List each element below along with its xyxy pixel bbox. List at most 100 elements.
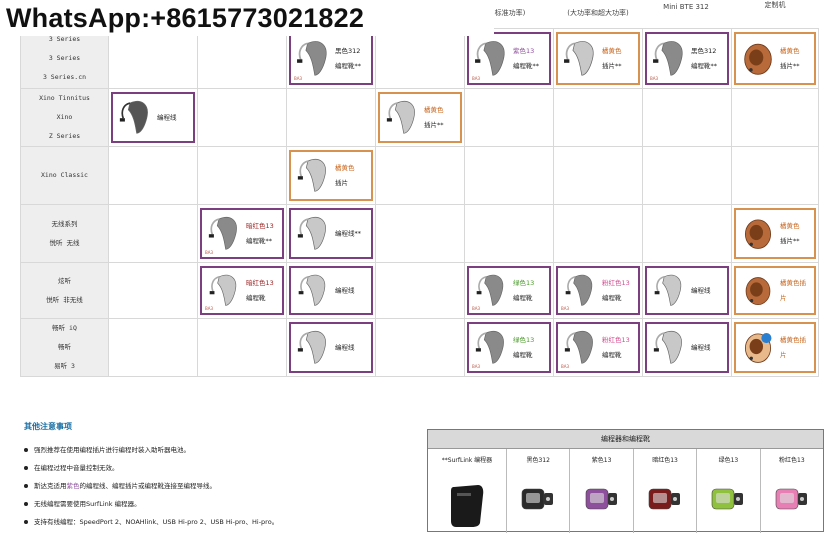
grid-cell: 编程线 [108,88,198,147]
grid-cell: 编程线 [286,318,376,377]
series-label-cell: 畅听 iQ 畅听 易听 3 [20,318,109,377]
programmer-item: 黑色312 [507,449,571,533]
accessory-text: 粉红色13 编程靴 [602,333,636,363]
note-item: 无线编程需要使用SurfLink 编程器。 [24,495,424,513]
grid-row: 畅听 iQ 畅听 易听 3 编程线 绿色13 编程靴 BA3 粉红色13 编程靴 BA3 编… [20,318,819,377]
programming-boot-image [584,483,620,517]
compatibility-grid: 3 Series 3 Series 3 Series.cn 黑色312 编程靴** BA… [20,28,819,377]
accessory-text: 黑色312 编程靴** [691,44,725,74]
grid-cell: 橘黄色 插片** [731,28,819,89]
accessory-text-line: 绿色13 [513,278,535,287]
grid-row: Xino Tinnitus Xino Z Series 编程线 橘黄色 插片** [20,88,819,147]
accessory-text: 绿色13 编程靴 [513,333,547,363]
grid-cell [375,318,465,377]
series-label: 炫听 [58,276,71,285]
note-item: 支持有线编程：SpeedPort 2、NOAHlink、USB Hi-pro 2… [24,513,424,531]
grid-row: 炫听悦听 非无线 暗红色13 编程靴 BA3 编程线 绿色13 编程靴 BA3 粉红色1… [20,262,819,319]
grid-cell [642,146,732,205]
model-tag: BA3 [561,364,570,369]
model-tag: BA3 [650,76,659,81]
accessory-text: 暗红色13 编程靴** [246,219,280,249]
accessory-card: 粉红色13 编程靴 BA3 [556,322,640,373]
hearing-aid-image [473,38,509,77]
grid-cell [731,146,819,205]
grid-cell [108,28,198,89]
grid-cell [464,88,554,147]
series-label-cell: 炫听 悦听 非无线 [20,262,109,319]
accessory-text-line: 紫色13 [513,46,535,55]
accessory-text: 编程线 [335,340,369,355]
grid-cell: 绿色13 编程靴 BA3 [464,262,554,319]
model-tag: BA3 [561,306,570,311]
hearing-aid-image [651,272,687,307]
programming-boot-image [774,483,810,517]
notes-title: 其他注意事项 [24,422,72,431]
accessory-text-line: 编程靴 [602,350,622,359]
accessory-text-line: 编程靴** [246,236,272,245]
accessory-text-line: 粉红色13 [602,335,630,344]
accessory-text: 粉红色13 编程靴 [602,276,636,306]
accessory-text-line: 编程靴 [513,350,533,359]
accessory-text-line: 橘黄色 [780,46,800,55]
accessory-text: 编程线 [157,110,191,125]
series-label: 易听 3 [54,362,75,370]
series-label-cell: Xino Tinnitus Xino Z Series [20,88,109,147]
accessory-text: 橘黄色 插片** [602,44,636,74]
grid-cell [375,262,465,319]
accessory-text: 编程线 [691,340,725,355]
hearing-aid-image [473,272,509,307]
programmer-item: 暗红色13 [634,449,698,533]
whatsapp-watermark: WhatsApp:+8615773021822 [0,0,494,36]
model-tag: BA3 [472,76,481,81]
accessory-text-line: 编程靴 [513,293,533,302]
grid-cell: 编程线 [286,262,376,319]
note-item: 斯达克适用紫色的编程线、编程插片或编程靴连接至编程导线。 [24,477,424,495]
programmer-item: 粉红色13 [761,449,823,533]
programmer-item: **SurfLink 编程器 [428,449,507,533]
grid-cell [108,262,198,319]
programmer-box-title: 编程器和编程靴 [428,430,823,449]
accessory-card: 编程线 [111,92,195,143]
accessory-card: 绿色13 编程靴 BA3 [467,322,551,373]
grid-cell: 橘黄色 插片** [731,204,819,263]
note-item: 强烈推荐在使用编程插片进行编程时装入助听器电池。 [24,441,424,459]
series-label: 悦听 非无线 [46,295,83,304]
grid-cell [553,88,643,147]
accessory-card: 橘黄色插片 [734,322,816,373]
hearing-aid-image [295,328,331,365]
hearing-aid-image [562,38,598,77]
series-label: 3 Series [48,54,81,62]
series-label-cell: 无线系列 悦听 无线 [20,204,109,263]
accessory-text: 橘黄色插片 [780,333,812,363]
grid-cell: 暗红色13 编程靴 BA3 [197,262,287,319]
accessory-card: 橘黄色插片 [734,266,816,315]
programmer-item-label: **SurfLink 编程器 [441,457,493,464]
accessory-card: 黑色312 编程靴** BA3 [645,32,729,85]
accessory-text-line: 橘黄色插片 [780,278,806,302]
accessory-card: 粉红色13 编程靴 BA3 [556,266,640,315]
accessory-text-line: 黑色312 [335,46,361,55]
grid-cell [375,204,465,263]
accessory-card: 绿色13 编程靴 BA3 [467,266,551,315]
hearing-aid-image [740,214,776,251]
accessory-text: 橘黄色 插片** [780,44,812,74]
hearing-aid-image [651,38,687,77]
grid-cell: 黑色312 编程靴** BA3 [286,28,376,89]
hearing-aid-image [740,272,776,307]
grid-cell: 暗红色13 编程靴** BA3 [197,204,287,263]
accessory-text-line: 插片** [424,120,444,129]
surflink-programmer-image [448,483,486,531]
grid-cell [197,28,287,89]
hearing-aid-image [740,38,776,77]
accessory-text: 编程线 [335,283,369,298]
grid-cell [553,146,643,205]
series-label: Xino [56,113,73,121]
grid-cell [731,88,819,147]
grid-row: Xino Classic 橘黄色 插片 [20,146,819,205]
hearing-aid-image [117,98,153,135]
accessory-text-line: 粉红色13 [602,278,630,287]
grid-cell [286,88,376,147]
accessory-text: 编程线 [691,283,725,298]
grid-cell: 黑色312 编程靴** BA3 [642,28,732,89]
accessory-card: 编程线 [289,266,373,315]
